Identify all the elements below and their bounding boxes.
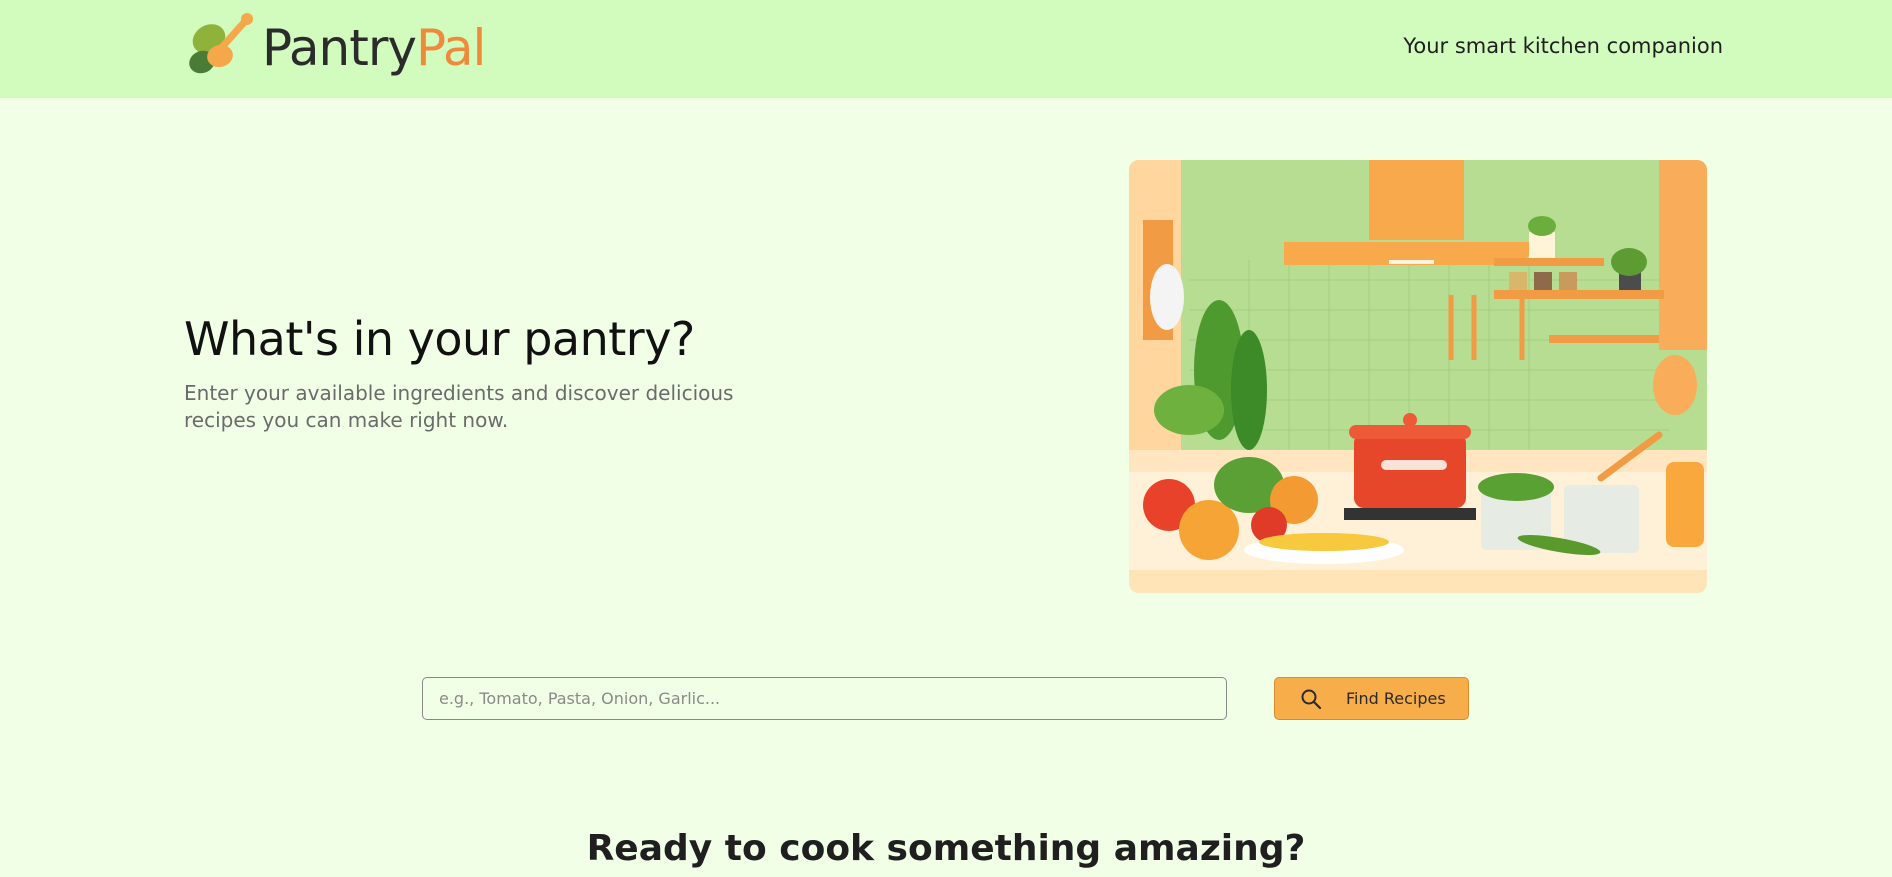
ingredient-search-input[interactable] [422,677,1227,720]
leaf-spoon-logo-icon [189,13,253,74]
logo-text-pal: Pal [416,19,486,77]
section-heading: Ready to cook something amazing? [586,828,1306,869]
find-recipes-button[interactable]: Find Recipes [1274,677,1469,720]
pantrypal-logo[interactable]: PantryPal [184,12,486,84]
find-recipes-label: Find Recipes [1346,689,1446,708]
top-bar: PantryPal Your smart kitchen companion [0,0,1892,98]
logo-text-pantry: Pantry [262,19,417,77]
hero-subtitle: Enter your available ingredients and dis… [184,381,734,432]
hero-title: What's in your pantry? [184,312,695,366]
tagline: Your smart kitchen companion [1403,34,1723,58]
kitchen-illustration [1129,160,1707,593]
search-icon [1301,689,1322,709]
